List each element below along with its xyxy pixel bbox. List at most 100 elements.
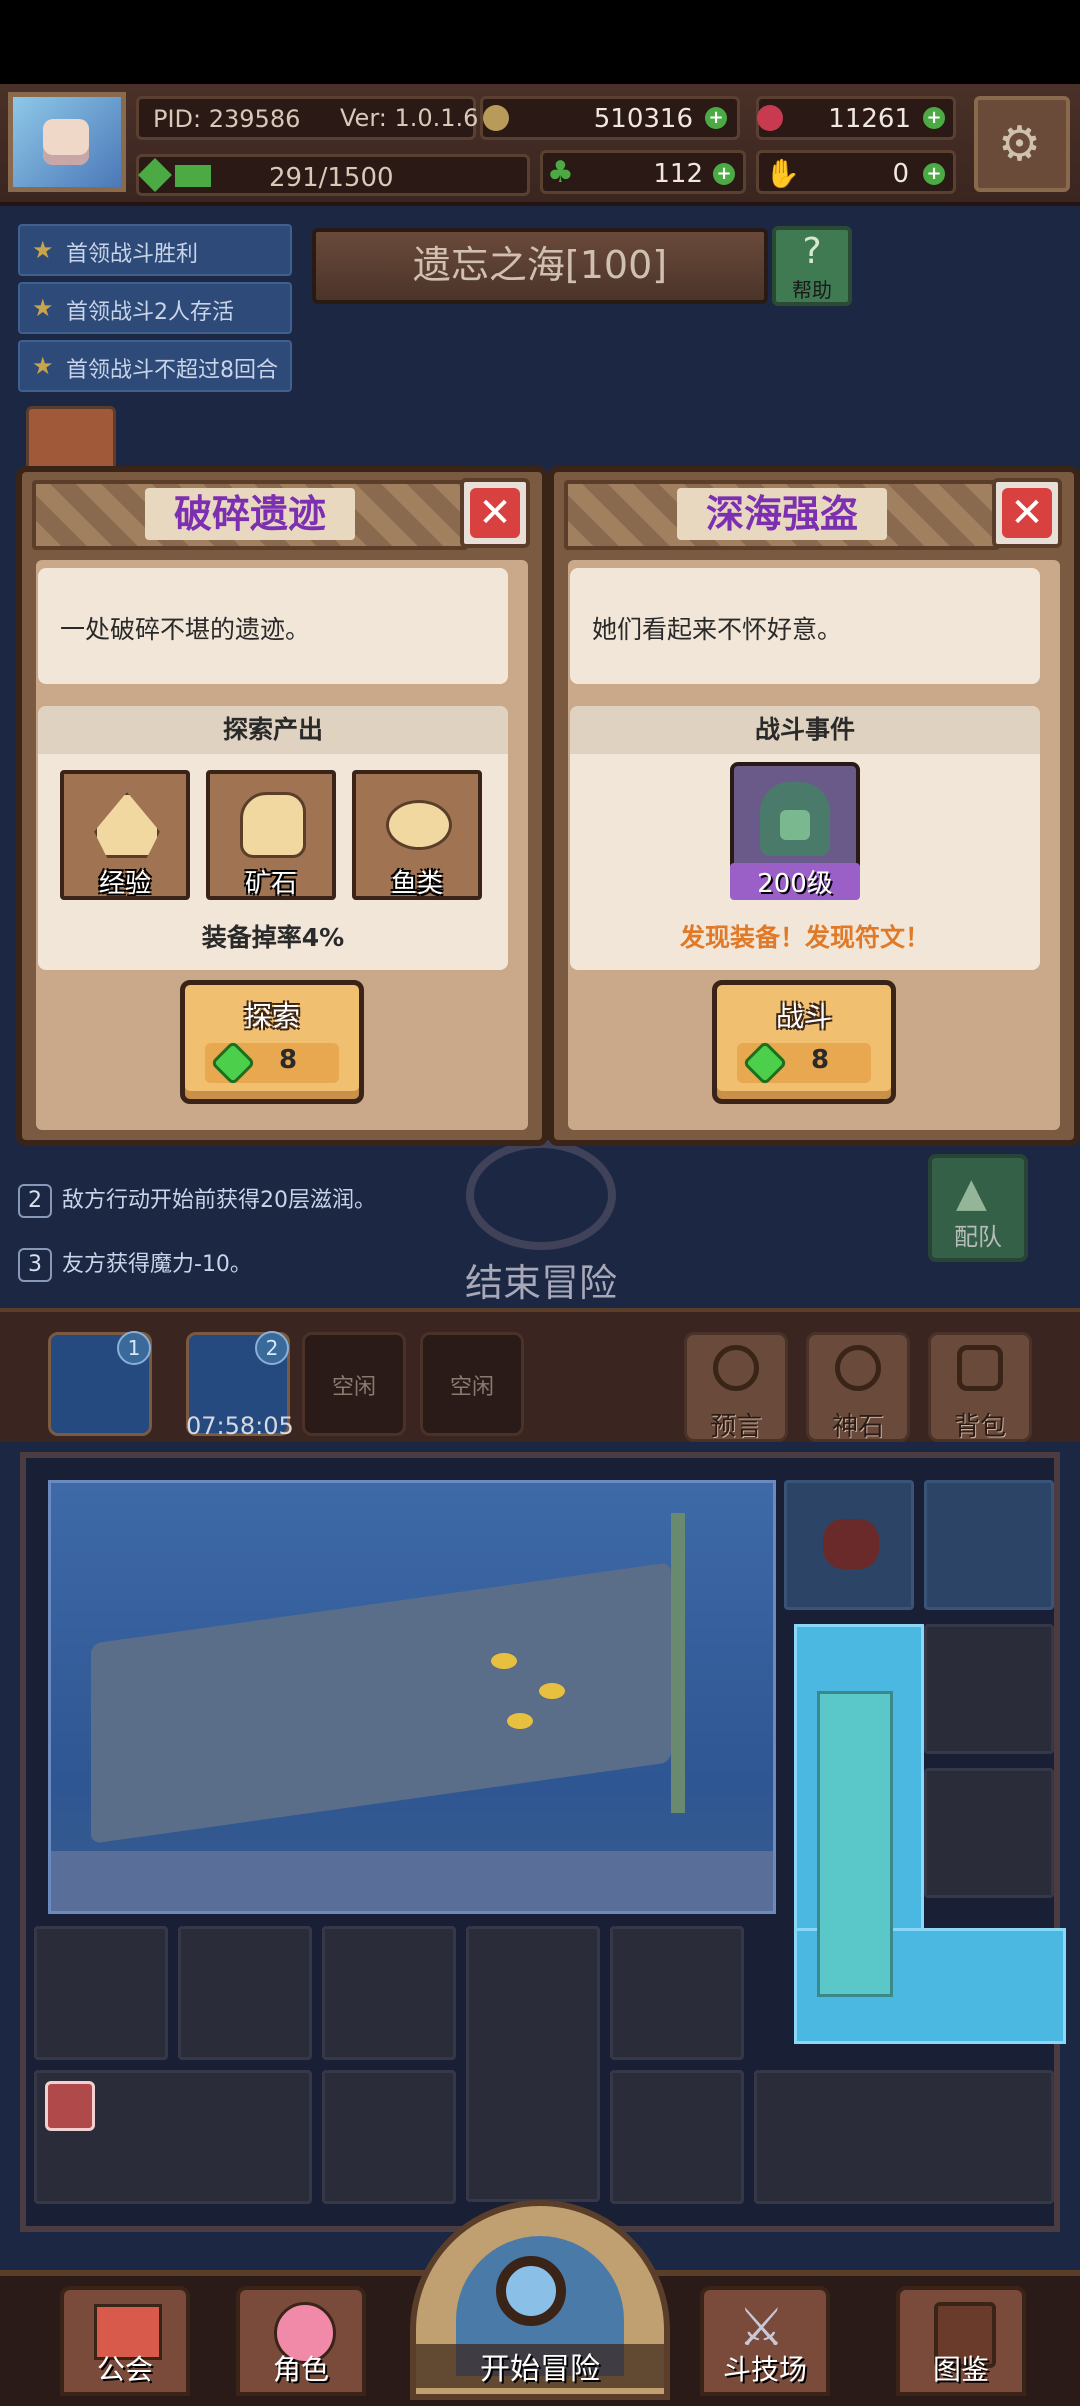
ship-hull-shape xyxy=(91,1562,671,1844)
found-text: 发现装备！发现符文！ xyxy=(679,923,930,952)
fish-icon xyxy=(539,1683,565,1699)
close-icon: ✕ xyxy=(1002,488,1052,538)
map-cell[interactable] xyxy=(924,1768,1054,1898)
reward-exp[interactable]: 经验 xyxy=(60,770,190,900)
drop-rate: 装备掉率4% xyxy=(201,923,345,952)
panel-title-bar: 破碎遗迹 xyxy=(32,480,468,550)
gold-box: 510316 + xyxy=(480,96,740,140)
energy-icon xyxy=(138,158,172,192)
star-icon: ★ xyxy=(32,294,54,322)
map-cell[interactable] xyxy=(322,1926,456,2060)
map-cell[interactable] xyxy=(784,1480,914,1610)
quest-item: ★ 首领战斗胜利 xyxy=(18,224,292,276)
settings-button[interactable]: ⚙ xyxy=(974,96,1070,192)
end-adventure-label: 结束冒险 xyxy=(464,1261,617,1305)
pirate-icon xyxy=(760,782,830,856)
event-panel-pirates: 深海强盗 ✕ 她们看起来不怀好意。 战斗事件 200级 发现装备！发现符文！ 战… xyxy=(548,466,1080,1146)
battle-section: 战斗事件 200级 发现装备！发现符文！ xyxy=(570,706,1040,970)
slot-idle: 空闲 xyxy=(331,1375,376,1400)
thumbs-box: ✋ 0 + xyxy=(756,150,956,194)
panel-title: 深海强盗 xyxy=(677,488,887,540)
clover-plus-icon[interactable]: + xyxy=(713,163,735,185)
quest-label: 首领战斗胜利 xyxy=(66,242,199,267)
tool-label: 背包 xyxy=(953,1412,1006,1442)
nav-codex[interactable]: 图鉴 xyxy=(896,2286,1026,2396)
panel-description: 她们看起来不怀好意。 xyxy=(570,568,1040,684)
map-cell[interactable] xyxy=(34,2070,312,2204)
rule-text: 敌方行动开始前获得20层滋润。 xyxy=(62,1188,376,1213)
ship-mast-shape xyxy=(671,1513,685,1813)
gem-box: 11261 + xyxy=(756,96,956,140)
reward-label: 矿石 xyxy=(244,869,297,899)
backpack-icon xyxy=(957,1345,1003,1391)
map-cell[interactable] xyxy=(924,1480,1054,1610)
godstone-button[interactable]: 神石 xyxy=(806,1332,910,1442)
explore-button[interactable]: 探索 8 xyxy=(180,980,364,1104)
player-avatar[interactable] xyxy=(8,92,126,192)
tool-label: 预言 xyxy=(709,1412,762,1442)
godstone-icon xyxy=(835,1345,881,1391)
slot-idle: 空闲 xyxy=(449,1375,494,1400)
nav-character[interactable]: 角色 xyxy=(236,2286,366,2396)
backpack-button[interactable]: 背包 xyxy=(928,1332,1032,1442)
enemy-portrait[interactable]: 200级 xyxy=(730,762,860,900)
clover-amount: 112 xyxy=(653,159,703,189)
stage-title: 遗忘之海[100] xyxy=(312,228,768,304)
clover-icon: ♣ xyxy=(547,155,574,190)
help-button[interactable]: ? 帮助 xyxy=(772,226,852,306)
fight-button[interactable]: 战斗 8 xyxy=(712,980,896,1104)
prophecy-icon xyxy=(713,1345,759,1391)
close-button[interactable]: ✕ xyxy=(460,478,530,548)
map-cell[interactable] xyxy=(34,1926,168,2060)
reward-fish[interactable]: 鱼类 xyxy=(352,770,482,900)
thumbs-amount: 0 xyxy=(892,159,909,189)
tool-label: 神石 xyxy=(831,1412,884,1442)
ore-icon xyxy=(240,792,306,858)
map-cell[interactable] xyxy=(924,1624,1054,1754)
map-cell[interactable] xyxy=(610,2070,744,2204)
reward-ore[interactable]: 矿石 xyxy=(206,770,336,900)
slot-badge: 2 xyxy=(255,1331,289,1365)
energy-fill xyxy=(175,165,211,187)
cost-value: 8 xyxy=(279,1045,298,1075)
cost-value: 8 xyxy=(811,1045,830,1075)
panel-description: 一处破碎不堪的遗迹。 xyxy=(38,568,508,684)
party-slot[interactable]: 空闲 xyxy=(420,1332,524,1436)
fish-icon xyxy=(507,1713,533,1729)
quest-label: 首领战斗2人存活 xyxy=(66,300,234,325)
seabed-shape xyxy=(51,1851,773,1911)
shipwreck-tile[interactable] xyxy=(48,1480,776,1914)
rule-number: 3 xyxy=(18,1248,52,1282)
map-cell[interactable] xyxy=(466,1926,600,2202)
party-slot[interactable]: 空闲 xyxy=(302,1332,406,1436)
map-cell[interactable] xyxy=(610,1926,744,2060)
fish-icon xyxy=(491,1653,517,1669)
nav-guild[interactable]: 公会 xyxy=(60,2286,190,2396)
question-icon: ? xyxy=(802,231,822,272)
map-cell[interactable] xyxy=(322,2070,456,2204)
slot-timer: 07:58:05 xyxy=(186,1412,294,1440)
nav-arena[interactable]: ⚔ 斗技场 xyxy=(700,2286,830,2396)
exp-icon xyxy=(94,792,160,858)
gold-plus-icon[interactable]: + xyxy=(705,107,727,129)
close-button[interactable]: ✕ xyxy=(992,478,1062,548)
thumbs-up-icon: ✋ xyxy=(765,157,800,190)
event-panel-ruins: 破碎遗迹 ✕ 一处破碎不堪的遗迹。 探索产出 经验 矿石 鱼类 装备掉率4% 探… xyxy=(16,466,548,1146)
energy-text: 291/1500 xyxy=(269,163,394,193)
panel-title: 破碎遗迹 xyxy=(145,488,355,540)
panel-title-bar: 深海强盗 xyxy=(564,480,1000,550)
end-adventure-button[interactable]: 结束冒险 xyxy=(456,1140,626,1307)
fish-icon xyxy=(386,800,452,850)
gem-plus-icon[interactable]: + xyxy=(923,107,945,129)
map-cell[interactable] xyxy=(178,1926,312,2060)
prophecy-button[interactable]: 预言 xyxy=(684,1332,788,1442)
gold-amount: 510316 xyxy=(593,104,693,134)
party-slot[interactable]: 1 xyxy=(48,1331,152,1436)
thumbs-plus-icon[interactable]: + xyxy=(923,163,945,185)
green-gem-icon xyxy=(742,1040,788,1086)
fight-label: 战斗 xyxy=(775,1000,832,1033)
slot-badge: 1 xyxy=(117,1331,151,1365)
rule-number: 2 xyxy=(18,1184,52,1218)
map-cell[interactable] xyxy=(754,2070,1054,2204)
team-button[interactable]: ▲ 配队 xyxy=(928,1154,1028,1262)
